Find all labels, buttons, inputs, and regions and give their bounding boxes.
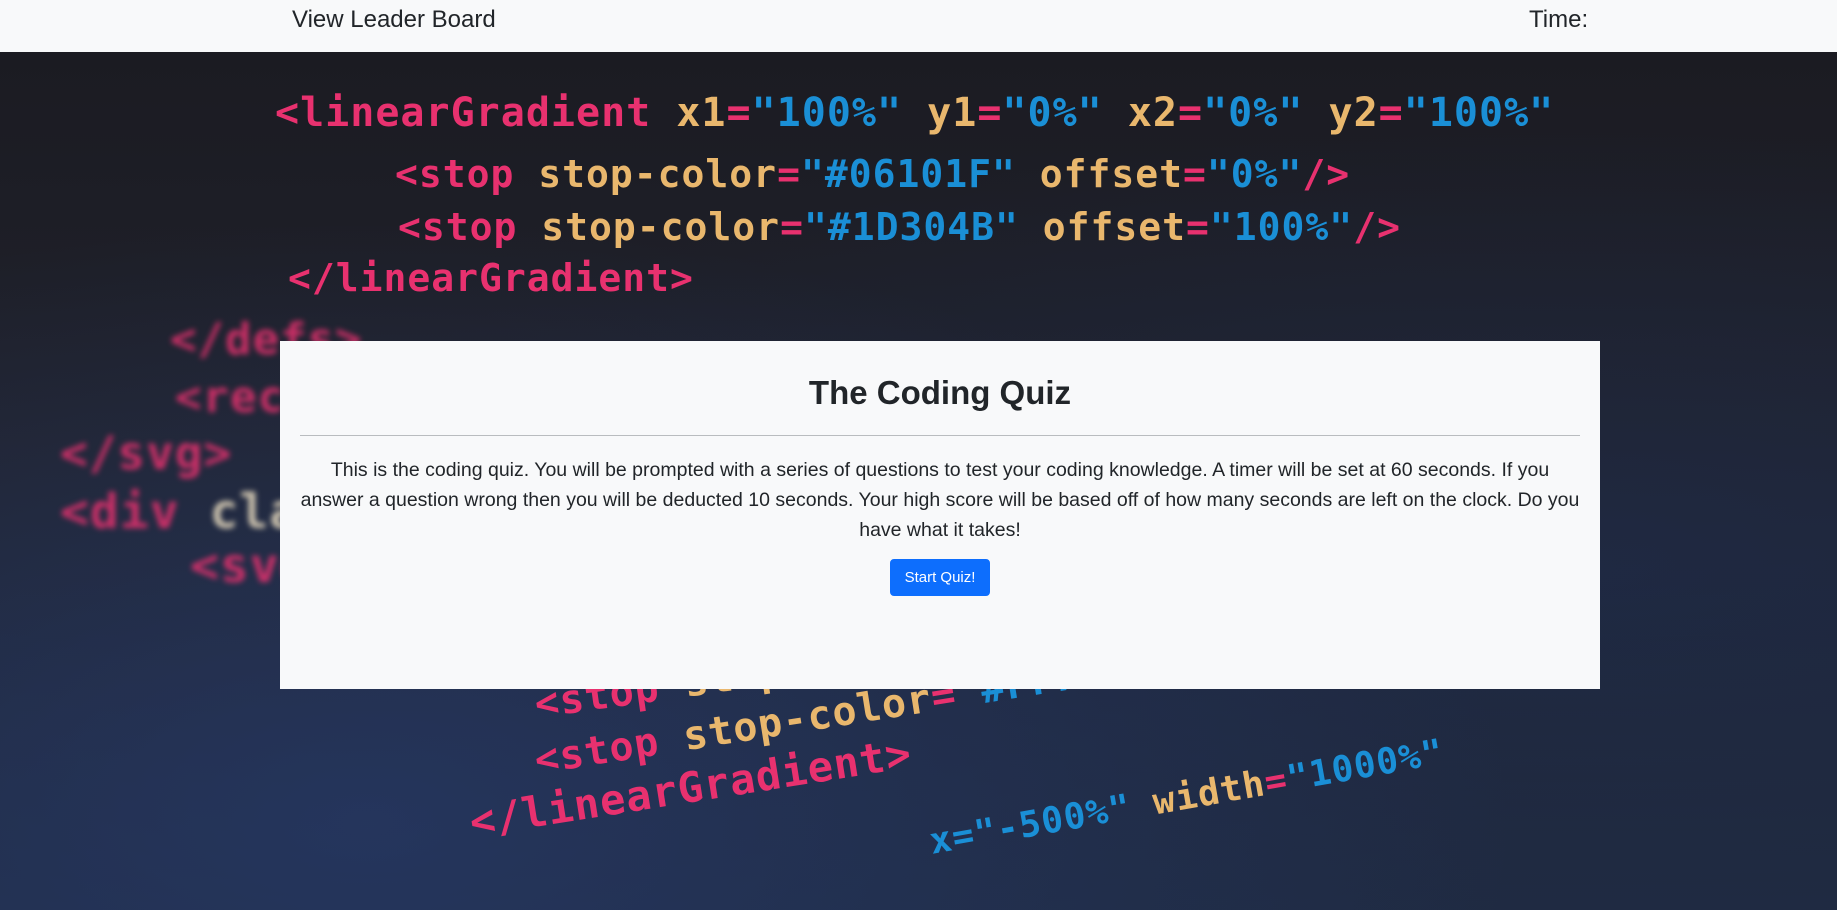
code-token: </linearGradient> (288, 256, 694, 300)
code-token: stop-color (517, 205, 781, 249)
start-quiz-button[interactable]: Start Quiz! (890, 559, 990, 596)
code-token: x2 (1102, 90, 1178, 136)
code-token: x1 (651, 90, 727, 136)
divider (300, 435, 1580, 436)
navbar: View Leader Board Time: (0, 0, 1837, 52)
code-token: "1000%" (1283, 731, 1448, 800)
code-token: <stop (398, 205, 518, 249)
code-line: <stop stop-color="#1D304B" offset="100%"… (398, 205, 1401, 249)
code-line: <stop stop-color="#06101F" offset="0%"/> (395, 152, 1350, 196)
code-token: "#1D304B" (803, 205, 1019, 249)
code-token: "100%" (1209, 205, 1354, 249)
code-token: = (780, 205, 804, 249)
quiz-title: The Coding Quiz (808, 374, 1072, 411)
view-leader-board-link[interactable]: View Leader Board (292, 6, 496, 34)
code-token: /> (1302, 152, 1351, 196)
code-token: = (777, 152, 801, 196)
code-token: stop-color (514, 152, 778, 196)
code-token: = (1378, 90, 1404, 136)
code-token: = (726, 90, 752, 136)
code-token: "100%" (751, 90, 903, 136)
timer-label: Time: (1529, 6, 1589, 33)
code-token: /> (1353, 205, 1401, 249)
code-token: "0%" (1206, 152, 1303, 196)
code-token: y2 (1303, 90, 1379, 136)
code-token: <div (60, 484, 180, 540)
code-token: y1 (902, 90, 978, 136)
code-token: = (1186, 205, 1210, 249)
code-token: = (977, 90, 1003, 136)
timer: Time: (1529, 6, 1594, 34)
code-token: <linearGradient (275, 90, 652, 136)
code-token: offset (1015, 152, 1184, 196)
code-line: </linearGradient> (288, 256, 694, 300)
code-line: </svg> (60, 426, 232, 480)
code-token: x="-500%" (926, 786, 1135, 863)
code-line: x="-500%" width="1000%" (926, 732, 1447, 863)
code-token: <stop (395, 152, 515, 196)
code-line: <linearGradient x1="100%" y1="0%" x2="0%… (275, 90, 1554, 136)
code-token: = (1183, 152, 1207, 196)
code-token: "#06101F" (800, 152, 1016, 196)
code-token: "0%" (1002, 90, 1103, 136)
code-token: "100%" (1403, 90, 1555, 136)
code-token: offset (1018, 205, 1187, 249)
code-token: width (1127, 763, 1269, 828)
quiz-description: This is the coding quiz. You will be pro… (300, 459, 1580, 541)
code-token: </svg> (60, 426, 233, 480)
code-token: = (1178, 90, 1204, 136)
code-token: "0%" (1203, 90, 1304, 136)
quiz-intro-card: The Coding Quiz This is the coding quiz.… (280, 341, 1600, 689)
